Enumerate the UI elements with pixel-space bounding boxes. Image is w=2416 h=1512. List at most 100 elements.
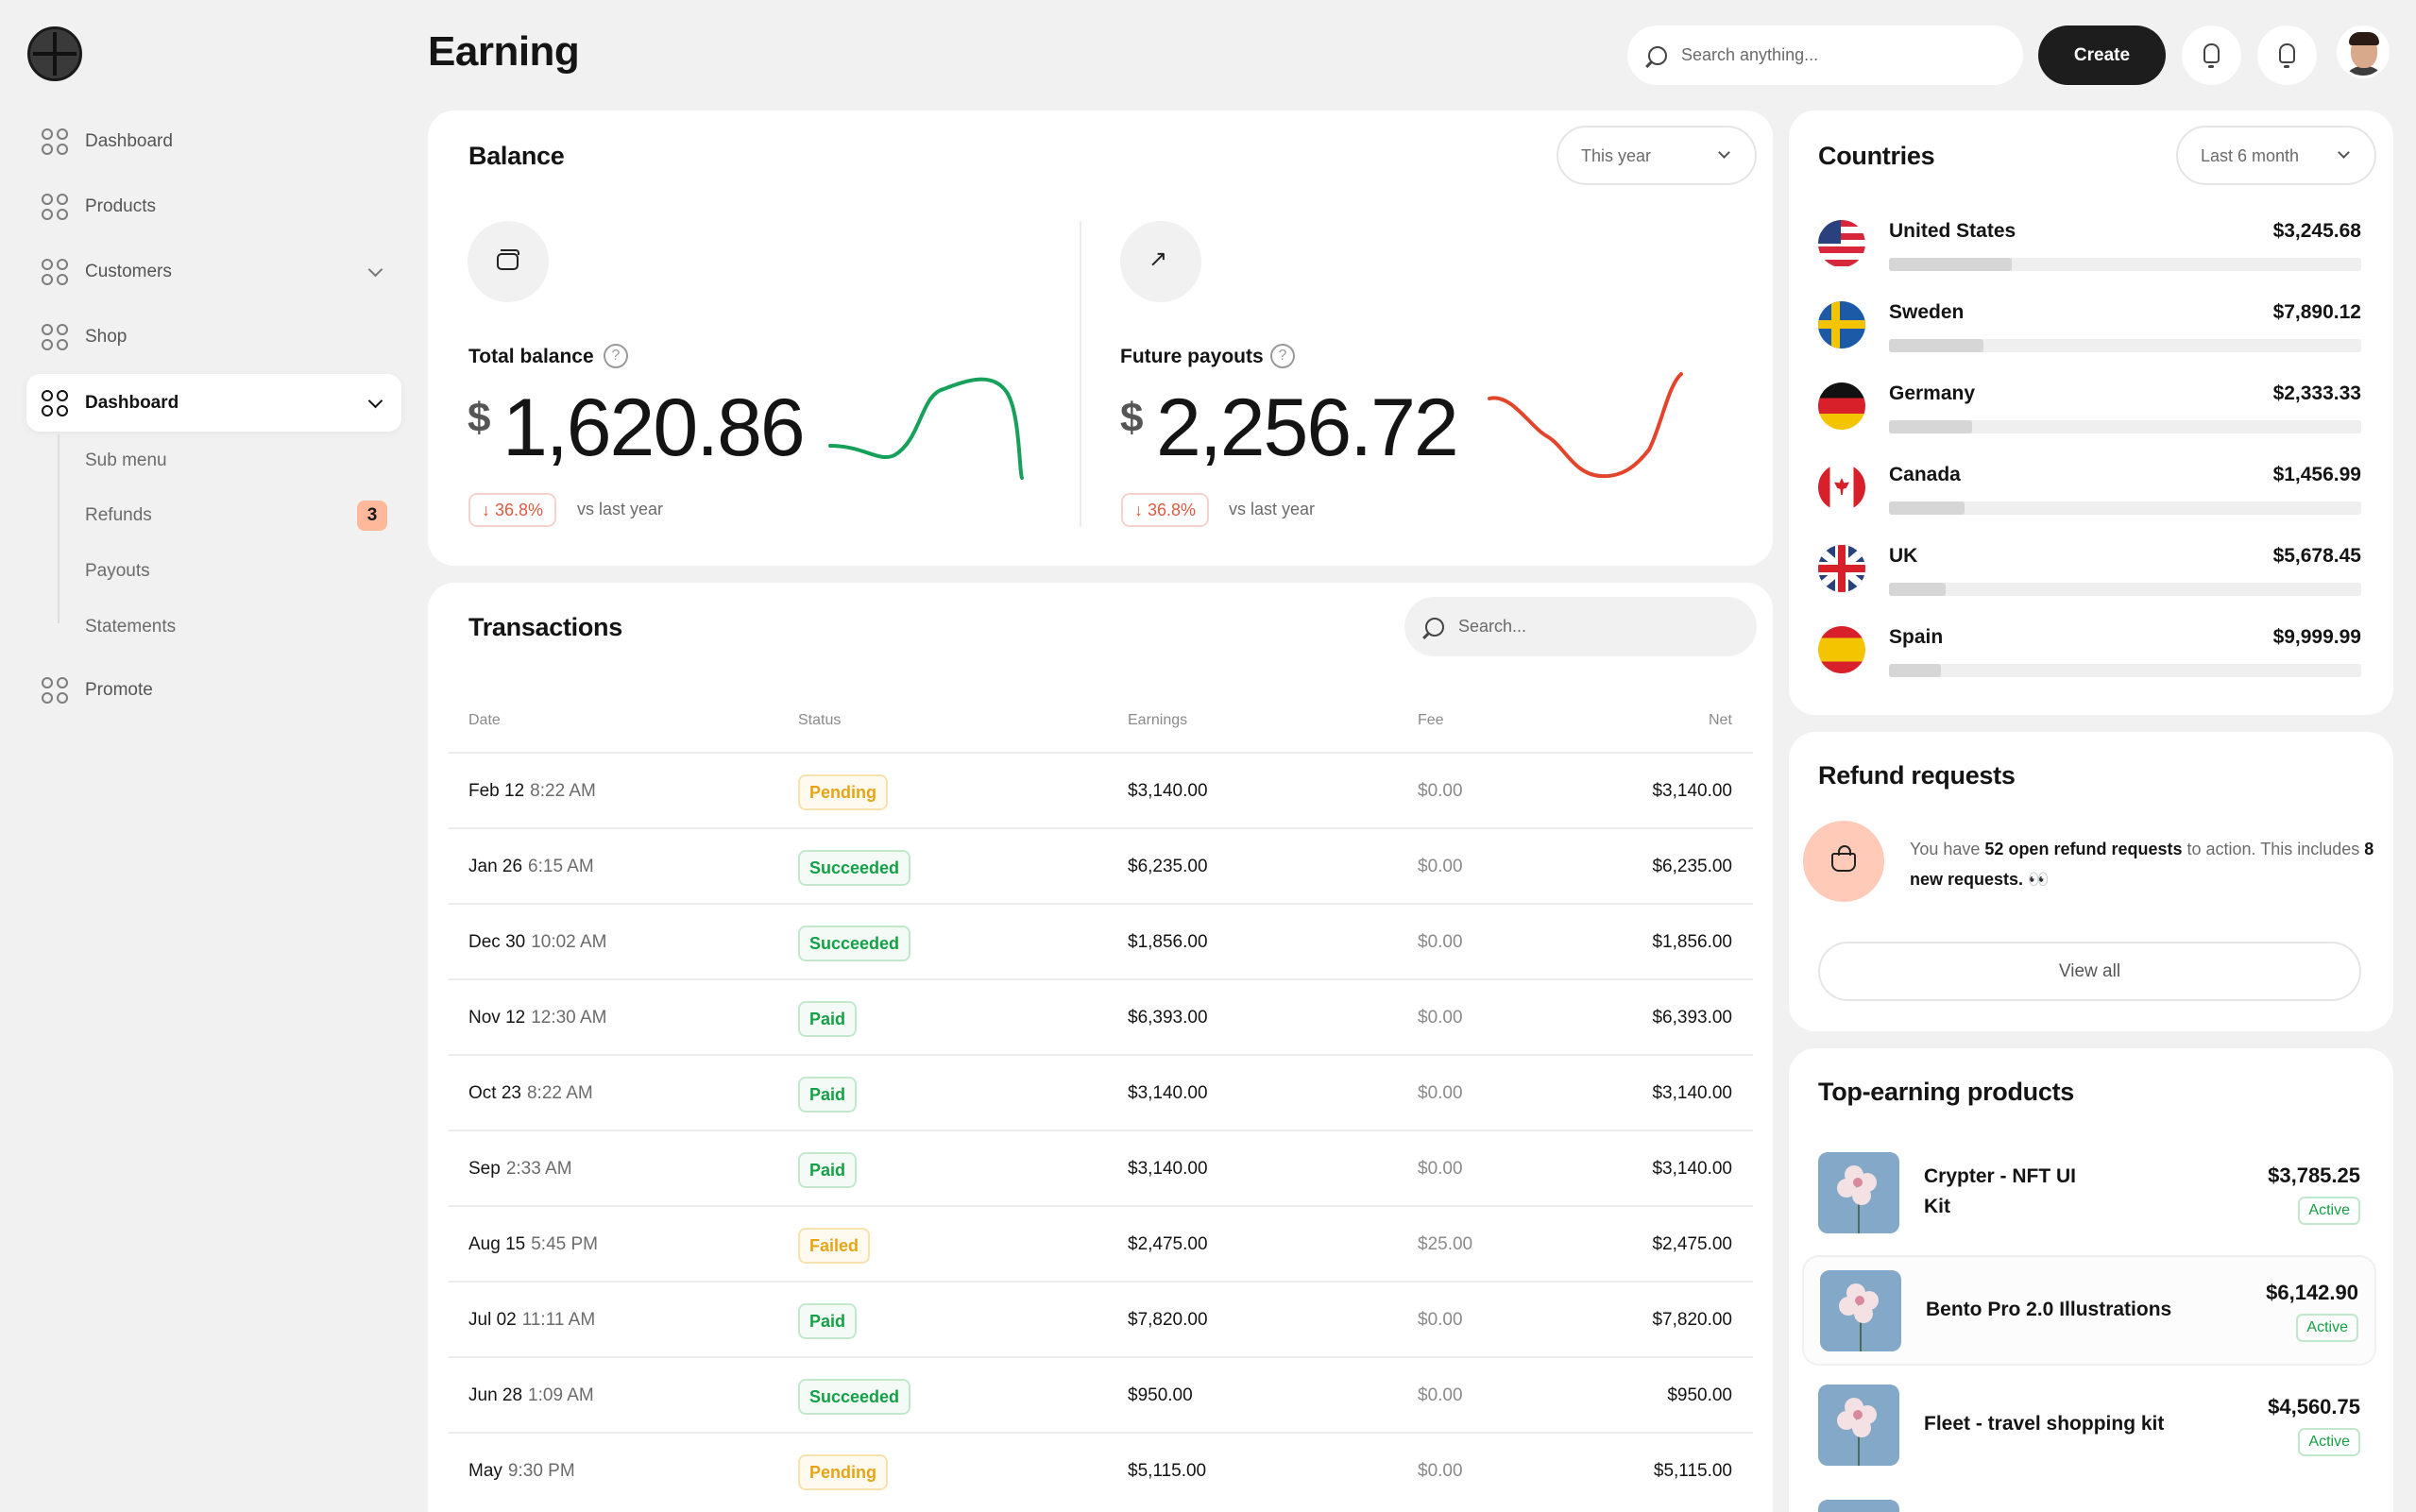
sidebar-item-label: Shop — [85, 326, 128, 347]
table-row[interactable]: Nov 12 12:30 AM Paid $6,393.00 $0.00 $6,393.0… — [449, 978, 1753, 1054]
country-progress-bar — [1889, 258, 2361, 271]
table-row[interactable]: Jan 26 6:15 AM Succeeded $6,235.00 $0.00 $6,2… — [449, 827, 1753, 903]
cell-earnings: $1,856.00 — [1128, 932, 1208, 952]
status-badge: Pending — [798, 1454, 888, 1490]
sidebar-item-customers[interactable]: Customers — [26, 243, 401, 300]
sidebar-item-label: Customers — [85, 261, 172, 281]
cell-fee: $0.00 — [1418, 1461, 1463, 1481]
spain-flag-icon — [1818, 626, 1865, 673]
column-header-earnings[interactable]: Earnings — [1128, 712, 1187, 729]
total-balance-sparkline — [828, 377, 1024, 480]
cell-earnings: $3,140.00 — [1128, 781, 1208, 801]
country-name: Canada — [1889, 464, 1961, 485]
cell-earnings: $2,475.00 — [1128, 1234, 1208, 1254]
avatar[interactable] — [2337, 25, 2390, 78]
sidebar-item-dashboard-active[interactable]: Dashboard — [26, 374, 401, 432]
cell-earnings: $3,140.00 — [1128, 1083, 1208, 1103]
help-icon[interactable]: ? — [604, 344, 628, 368]
table-row[interactable]: Sep 2:33 AM Paid $3,140.00 $0.00 $3,140.00 — [449, 1130, 1753, 1205]
balance-title: Balance — [468, 142, 565, 170]
notifications-button[interactable] — [2182, 25, 2241, 85]
currency-symbol: $ — [1120, 395, 1144, 441]
cell-date: Oct 23 8:22 AM — [468, 1083, 593, 1103]
sidebar-subitem-payouts[interactable]: Payouts — [85, 561, 150, 582]
status-badge: Paid — [798, 1077, 858, 1113]
sidebar-subitem-statements[interactable]: Statements — [85, 617, 176, 637]
transactions-title: Transactions — [468, 613, 622, 641]
status-badge: Pending — [798, 774, 888, 810]
column-header-date[interactable]: Date — [468, 712, 501, 729]
compare-text: vs last year — [1229, 500, 1316, 518]
create-button[interactable]: Create — [2038, 25, 2166, 85]
table-row[interactable]: May 9:30 PM Pending $5,115.00 $0.00 $5,115.00 — [449, 1432, 1753, 1507]
uk-flag-icon — [1818, 545, 1865, 592]
sidebar-item-products[interactable]: Products — [26, 178, 401, 235]
chevron-down-icon — [2338, 146, 2350, 159]
search-placeholder: Search... — [1458, 617, 1527, 636]
product-price: $6,142.90 — [2266, 1281, 2358, 1304]
global-search-input[interactable]: Search anything... — [1627, 25, 2023, 85]
product-row[interactable]: Crypter - NFT UI Kit $3,785.25 Active — [1802, 1139, 2376, 1249]
table-row[interactable]: Aug 15 5:45 PM Failed $2,475.00 $25.00 $2,475… — [449, 1205, 1753, 1281]
country-progress-fill — [1889, 501, 1965, 515]
product-status-badge: Active — [2298, 1428, 2360, 1456]
wallet-icon-circle — [468, 221, 549, 302]
top-products-title: Top-earning products — [1818, 1078, 2074, 1106]
cell-earnings: $5,115.00 — [1128, 1461, 1207, 1481]
product-thumbnail — [1818, 1152, 1899, 1233]
messages-button[interactable] — [2257, 25, 2317, 85]
cell-net: $3,140.00 — [1652, 1083, 1732, 1103]
column-header-fee[interactable]: Fee — [1418, 712, 1444, 729]
search-icon — [1425, 617, 1444, 637]
balance-period-select[interactable]: This year — [1557, 126, 1757, 185]
arrow-up-right-icon: ↗ — [1148, 246, 1168, 272]
chevron-down-icon[interactable] — [367, 262, 383, 278]
table-row[interactable]: Jun 28 1:09 AM Succeeded $950.00 $0.00 $950.0… — [449, 1356, 1753, 1432]
period-value: This year — [1581, 146, 1652, 165]
app-logo[interactable] — [27, 26, 82, 81]
sidebar-item-dashboard[interactable]: Dashboard — [26, 112, 401, 170]
country-name: Spain — [1889, 626, 1944, 648]
future-payouts-sparkline — [1488, 372, 1683, 479]
transactions-search-input[interactable]: Search... — [1404, 597, 1757, 656]
sidebar-subitem-refunds[interactable]: Refunds — [85, 505, 152, 526]
cell-net: $3,140.00 — [1652, 1159, 1732, 1179]
shopping-bag-icon — [1831, 845, 1856, 872]
country-name: UK — [1889, 545, 1918, 567]
table-row[interactable]: Dec 30 10:02 AM Succeeded $1,856.00 $0.00 $1,… — [449, 903, 1753, 978]
sidebar-item-label: Dashboard — [85, 130, 173, 151]
product-name: Crypter - NFT UI Kit — [1924, 1165, 2077, 1217]
cell-fee: $0.00 — [1418, 1083, 1463, 1103]
help-icon[interactable]: ? — [1270, 344, 1295, 368]
grid-icon — [42, 127, 68, 155]
column-header-net[interactable]: Net — [1709, 712, 1732, 729]
refunds-count-badge: 3 — [357, 501, 387, 531]
product-row[interactable]: Fleet - travel shopping kit $4,560.75 Ac… — [1802, 1371, 2376, 1482]
countries-period-select[interactable]: Last 6 month — [2176, 126, 2376, 185]
future-payouts-value: 2,256.72 — [1156, 382, 1459, 473]
view-all-button[interactable]: View all — [1818, 942, 2361, 1001]
country-name: Germany — [1889, 382, 1976, 404]
country-name: Sweden — [1889, 301, 1965, 323]
cell-earnings: $6,235.00 — [1128, 857, 1208, 876]
country-name: United States — [1889, 220, 2016, 242]
chevron-down-icon — [1718, 146, 1730, 159]
table-row[interactable]: Jul 02 11:11 AM Paid $7,820.00 $0.00 $7,820.0… — [449, 1281, 1753, 1356]
product-row[interactable]: Bento Pro 2.0 Illustrations $6,142.90 Ac… — [1802, 1255, 2376, 1366]
us-flag-icon — [1818, 220, 1865, 267]
cell-date: Feb 12 8:22 AM — [468, 781, 596, 801]
country-progress-bar — [1889, 664, 2361, 677]
table-row[interactable]: Feb 12 8:22 AM Pending $3,140.00 $0.00 $3,140… — [449, 752, 1753, 827]
cell-fee: $0.00 — [1418, 1008, 1463, 1028]
sidebar-subitem-submenu[interactable]: Sub menu — [85, 450, 167, 471]
sidebar-item-promote[interactable]: Promote — [26, 661, 401, 719]
sidebar-item-label: Promote — [85, 679, 153, 700]
sidebar-item-shop[interactable]: Shop — [26, 308, 401, 365]
chevron-down-icon[interactable] — [367, 393, 383, 409]
cell-date: Jul 02 11:11 AM — [468, 1310, 596, 1330]
column-header-status[interactable]: Status — [798, 712, 841, 729]
cell-date: Nov 12 12:30 AM — [468, 1008, 607, 1028]
table-row[interactable]: Oct 23 8:22 AM Paid $3,140.00 $0.00 $3,140.00 — [449, 1054, 1753, 1130]
country-value: $1,456.99 — [2272, 464, 2361, 485]
future-payouts-delta: ↓ 36.8% — [1121, 493, 1210, 527]
